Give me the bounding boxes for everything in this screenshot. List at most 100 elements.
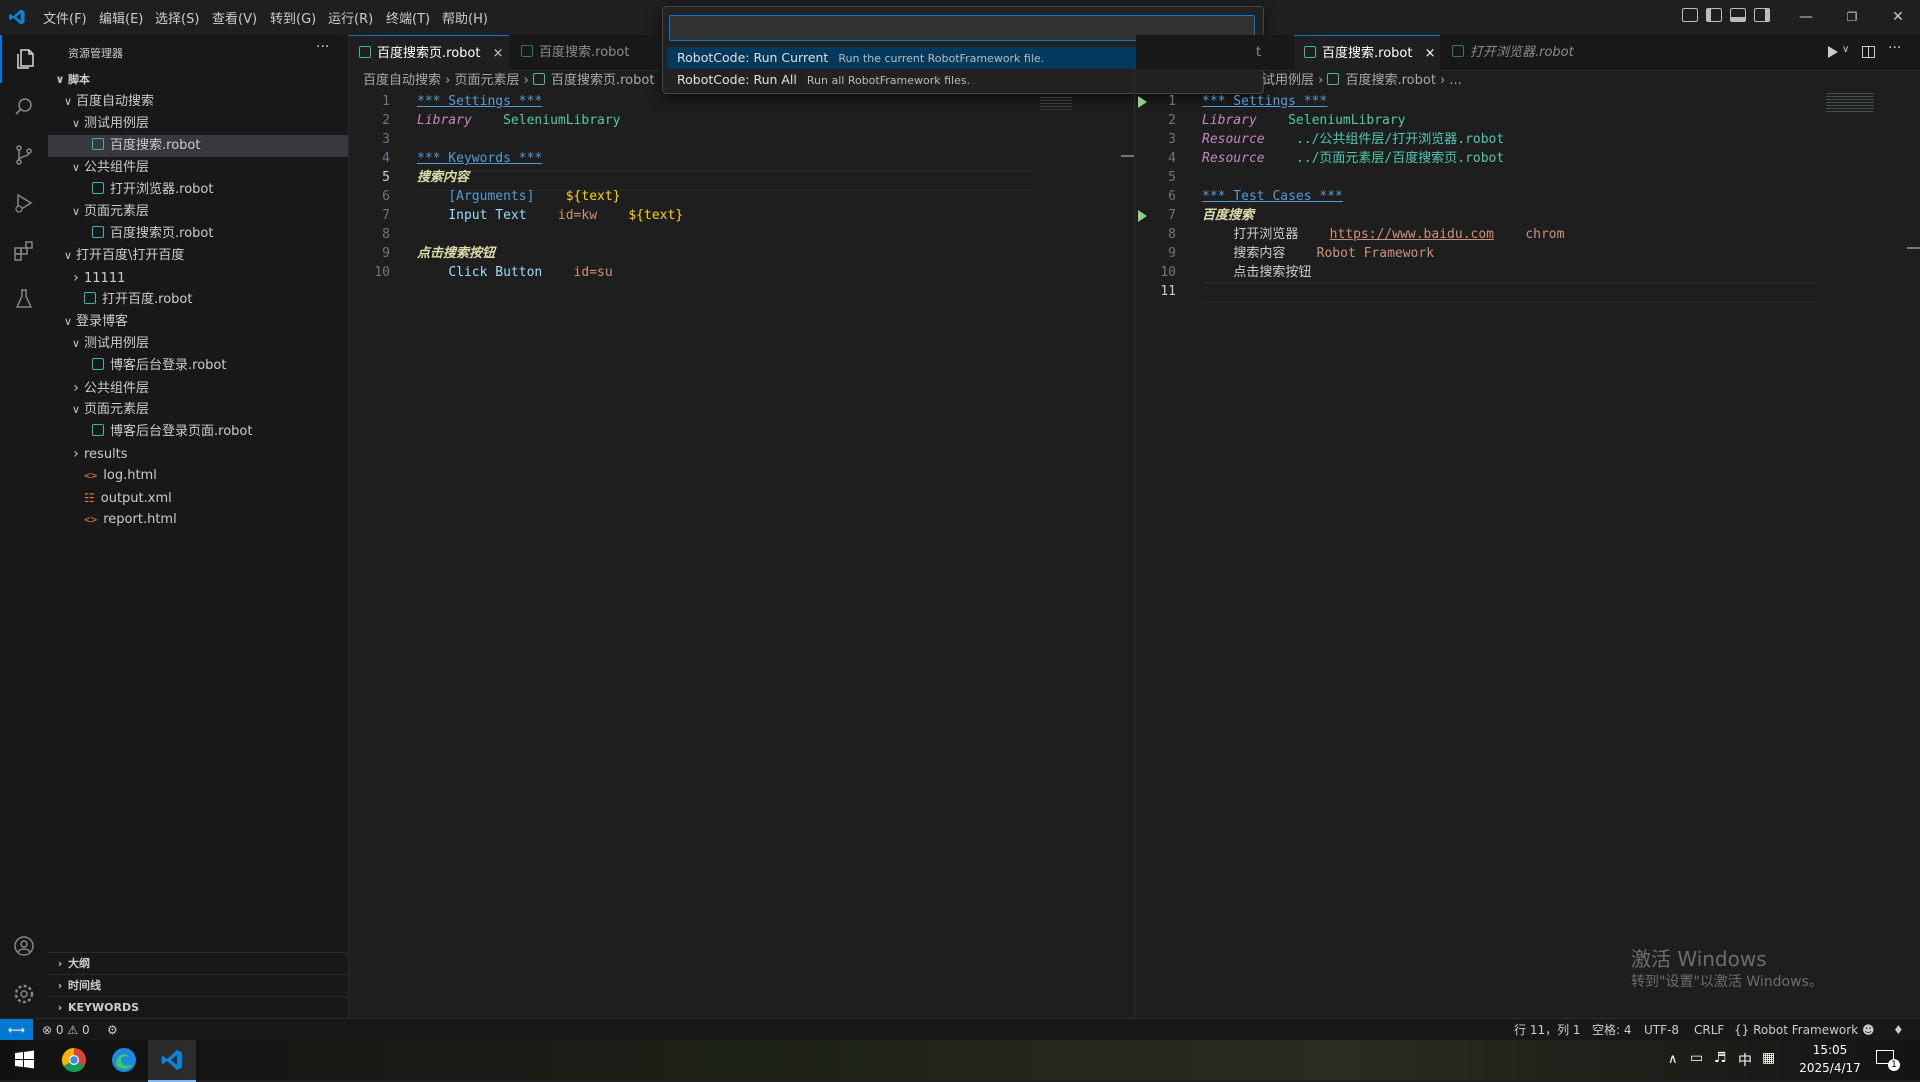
tree-folder[interactable]: ∨ 页面元素层 — [48, 201, 348, 223]
chrome-icon[interactable] — [58, 1044, 90, 1076]
right-minimap[interactable] — [1826, 92, 1874, 112]
customize-layout-icon[interactable] — [1682, 8, 1698, 22]
palette-item-run-all[interactable]: RobotCode: Run All Run all RobotFramewor… — [667, 69, 1259, 91]
notifications-bell-icon[interactable]: ♦ — [1893, 1019, 1904, 1041]
tab-baidu-search-right[interactable]: 百度搜索.robot × — [1294, 35, 1440, 71]
tab-open-browser[interactable]: 打开浏览器.robot — [1442, 35, 1592, 70]
menu-help[interactable]: 帮助(H) — [442, 8, 488, 27]
menu-selection[interactable]: 选择(S) — [155, 8, 199, 27]
explorer-icon[interactable] — [0, 35, 50, 83]
tree-file[interactable]: ☷ output.xml — [48, 487, 348, 509]
current-line-highlight — [1202, 282, 1817, 303]
tree-folder[interactable]: ∨ 测试用例层 — [48, 333, 348, 355]
volume-icon[interactable]: ♬ — [1714, 1050, 1727, 1066]
split-editor-icon[interactable] — [1862, 46, 1875, 58]
breadcrumb-item[interactable]: 百度自动搜索 — [363, 73, 441, 88]
left-scrollbar[interactable] — [1121, 155, 1134, 157]
tree-folder[interactable]: › 11111 — [48, 267, 348, 289]
toggle-secondary-sidebar-icon[interactable] — [1754, 8, 1770, 22]
tab-baidu-search[interactable]: 百度搜索.robot — [511, 35, 661, 70]
breadcrumb-item[interactable]: 试用例层 — [1262, 73, 1314, 88]
section-keywords[interactable]: › KEYWORDS — [48, 996, 348, 1019]
search-icon[interactable] — [0, 83, 48, 131]
breadcrumb-item[interactable]: ... — [1449, 73, 1461, 88]
ime-mode-icon[interactable]: ▦ — [1762, 1050, 1775, 1066]
vscode-taskbar-button[interactable] — [148, 1040, 196, 1082]
explorer-root-folder[interactable]: ∨ 脚本 — [48, 69, 348, 91]
editor-split-divider[interactable] — [1134, 70, 1135, 1018]
clock-date[interactable]: 2025/4/17 — [1796, 1061, 1864, 1075]
right-scrollbar[interactable] — [1907, 247, 1920, 249]
code-link[interactable]: https://www.baidu.com — [1330, 227, 1494, 242]
remote-indicator-icon[interactable]: ⟷ — [0, 1019, 33, 1041]
source-control-icon[interactable] — [0, 131, 48, 179]
tree-folder[interactable]: ∨ 登录博客 — [48, 311, 348, 333]
close-window-icon[interactable]: ✕ — [1875, 0, 1920, 35]
tab-close-icon[interactable]: × — [493, 46, 504, 61]
menu-terminal[interactable]: 终端(T) — [386, 8, 430, 27]
breadcrumb-item[interactable]: 百度搜索.robot — [1345, 73, 1435, 88]
run-debug-icon[interactable] — [0, 179, 48, 227]
edge-icon[interactable] — [108, 1044, 140, 1076]
breadcrumb-item[interactable]: 百度搜索页.robot — [551, 73, 654, 88]
ime-indicator[interactable]: 中 — [1738, 1050, 1752, 1070]
menu-edit[interactable]: 编辑(E) — [99, 8, 143, 27]
run-file-icon[interactable] — [1828, 46, 1838, 58]
tab-partial[interactable]: t — [1256, 35, 1286, 70]
indentation[interactable]: 空格: 4 — [1592, 1019, 1632, 1041]
tree-folder[interactable]: › results — [48, 443, 348, 465]
tree-folder[interactable]: › 公共组件层 — [48, 377, 348, 399]
editor-more-icon[interactable]: ··· — [1888, 40, 1901, 56]
cursor-position[interactable]: 行 11，列 1 — [1514, 1019, 1581, 1041]
run-dropdown-icon[interactable]: ∨ — [1842, 44, 1849, 55]
settings-gear-icon[interactable] — [0, 970, 48, 1018]
show-hidden-icons-icon[interactable]: ∧ — [1668, 1052, 1678, 1067]
restore-icon[interactable]: ❐ — [1829, 0, 1875, 35]
tree-folder[interactable]: ∨ 页面元素层 — [48, 399, 348, 421]
menu-run[interactable]: 运行(R) — [328, 8, 373, 27]
tree-file[interactable]: 博客后台登录.robot — [48, 355, 348, 377]
clock-time[interactable]: 15:05 — [1800, 1043, 1860, 1057]
ports-icon[interactable]: ⚙ — [107, 1019, 118, 1041]
tree-folder[interactable]: ∨ 测试用例层 — [48, 113, 348, 135]
account-icon[interactable] — [0, 922, 48, 970]
tree-file[interactable]: 百度搜索.robot — [48, 135, 348, 157]
tab-baidu-search-page[interactable]: 百度搜索页.robot × — [349, 35, 509, 71]
line-ending[interactable]: CRLF — [1694, 1019, 1724, 1041]
line-number: 11 — [1160, 284, 1176, 299]
encoding[interactable]: UTF-8 — [1644, 1019, 1679, 1041]
error-count: 0 — [55, 1023, 64, 1037]
extensions-icon[interactable] — [0, 227, 48, 275]
testing-icon[interactable] — [0, 275, 48, 323]
copilot-icon[interactable]: ☻ — [1862, 1019, 1875, 1041]
menu-file[interactable]: 文件(F) — [43, 8, 87, 27]
section-outline[interactable]: › 大纲 — [48, 952, 348, 975]
toggle-primary-sidebar-icon[interactable] — [1706, 8, 1722, 22]
tree-file[interactable]: 打开浏览器.robot — [48, 179, 348, 201]
minimize-icon[interactable]: — — [1783, 0, 1829, 35]
tree-folder[interactable]: ∨ 百度自动搜索 — [48, 91, 348, 113]
tree-file[interactable]: 博客后台登录页面.robot — [48, 421, 348, 443]
tab-close-icon[interactable]: × — [1425, 46, 1436, 61]
menu-go[interactable]: 转到(G) — [270, 8, 316, 27]
tree-file[interactable]: <> log.html — [48, 465, 348, 487]
more-actions-icon[interactable]: ··· — [316, 39, 329, 55]
tree-folder[interactable]: ∨ 打开百度\打开百度 — [48, 245, 348, 267]
toggle-panel-icon[interactable] — [1730, 8, 1746, 22]
tree-file[interactable]: <> report.html — [48, 509, 348, 531]
left-minimap[interactable] — [1040, 96, 1072, 110]
tree-file[interactable]: 百度搜索页.robot — [48, 223, 348, 245]
chevron-right-icon: › — [73, 446, 79, 462]
chevron-down-icon: ∨ — [63, 315, 73, 328]
tree-folder[interactable]: ∨ 公共组件层 — [48, 157, 348, 179]
windows-start-icon[interactable] — [8, 1044, 40, 1076]
tree-item-label: 打开百度\打开百度 — [76, 248, 185, 263]
breadcrumb-item[interactable]: 页面元素层 — [454, 73, 519, 88]
problems-indicator[interactable]: ⊗ 0 ⚠ 0 — [42, 1019, 90, 1041]
network-icon[interactable]: ▭ — [1690, 1050, 1703, 1066]
section-timeline[interactable]: › 时间线 — [48, 974, 348, 997]
language-mode[interactable]: {} Robot Framework — [1734, 1019, 1858, 1041]
tree-file[interactable]: 打开百度.robot — [48, 289, 348, 311]
menu-view[interactable]: 查看(V) — [212, 8, 257, 27]
notification-center-icon[interactable]: 1 — [1874, 1049, 1902, 1071]
